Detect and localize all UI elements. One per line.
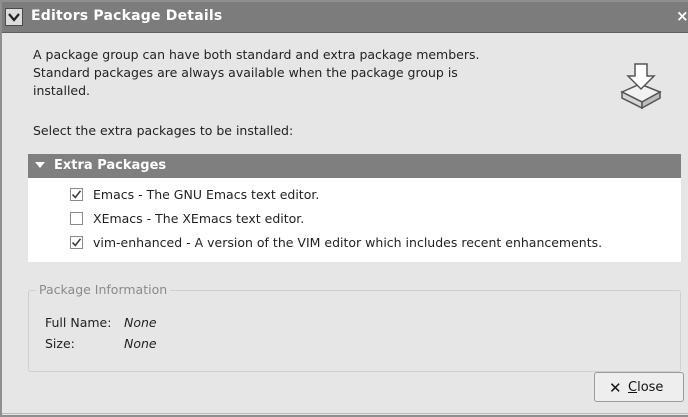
close-button-label-rest: lose [637,380,664,395]
package-install-icon [618,62,664,116]
close-button[interactable]: ✕ Close [594,372,684,402]
package-row-emacs[interactable]: Emacs - The GNU Emacs text editor. [28,185,681,207]
window-title: Editors Package Details [31,8,223,24]
close-button-mnemonic: C [628,380,638,395]
checkbox-emacs[interactable] [70,188,83,201]
select-prompt: Select the extra packages to be installe… [33,123,294,138]
bottom-divider [2,413,688,414]
title-close-icon[interactable]: × [676,7,688,25]
extra-packages-header-label: Extra Packages [54,158,167,173]
full-name-value: None [124,315,157,330]
size-value: None [124,336,157,351]
package-row-xemacs[interactable]: XEmacs - The XEmacs text editor. [28,209,681,231]
close-button-label: Close [628,380,663,395]
package-label-xemacs: XEmacs - The XEmacs text editor. [93,211,305,226]
title-bar[interactable]: Editors Package Details × [2,2,688,33]
checkbox-vim-enhanced[interactable] [70,236,83,249]
package-label-emacs: Emacs - The GNU Emacs text editor. [93,187,320,202]
package-row-vim-enhanced[interactable]: vim-enhanced - A version of the VIM edit… [28,233,681,255]
size-label: Size: [45,336,75,351]
group-description: A package group can have both standard a… [33,47,480,98]
package-information-frame [28,290,681,372]
window-menu-icon[interactable] [5,8,23,26]
checkbox-xemacs[interactable] [70,212,83,225]
expander-arrow-icon[interactable] [35,162,45,168]
package-details-dialog: Editors Package Details × A package grou… [0,0,688,417]
package-label-vim-enhanced: vim-enhanced - A version of the VIM edit… [93,235,603,250]
package-information-title: Package Information [36,282,171,297]
extra-packages-list: Emacs - The GNU Emacs text editor. XEmac… [28,178,681,262]
full-name-label: Full Name: [45,315,112,330]
extra-packages-header[interactable]: Extra Packages [28,154,681,178]
close-icon: ✕ [609,379,622,397]
